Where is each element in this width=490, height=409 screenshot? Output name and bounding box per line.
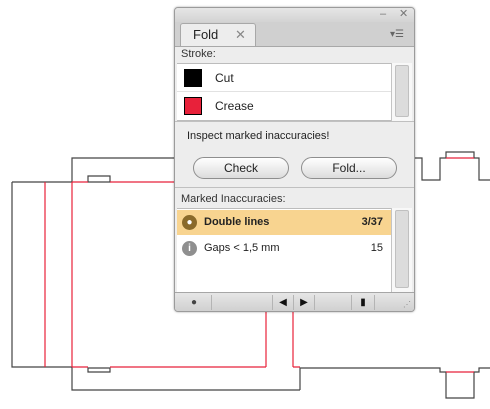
check-button[interactable]: Check [193, 157, 289, 179]
tab-fold[interactable]: Fold ✕ [180, 23, 256, 46]
tab-label: Fold [193, 27, 219, 42]
panel-bottom-bar: ● ◀ ▶ ▮ ⋰ [175, 292, 414, 311]
inaccuracy-name: Gaps < 1,5 mm [204, 242, 280, 254]
tab-bar: Fold ✕ ▾☰ [175, 22, 414, 47]
speech-bubble-icon: ● [182, 215, 197, 230]
previous-icon[interactable]: ◀ [273, 295, 294, 310]
crease-swatch [184, 97, 202, 115]
close-icon[interactable]: ✕ [399, 8, 408, 20]
fold-panel: – ✕ Fold ✕ ▾☰ Stroke: Cut Crease Inspect… [174, 7, 415, 312]
cut-swatch [184, 69, 202, 87]
resize-grip-icon[interactable]: ⋰ [403, 300, 411, 309]
tab-close-icon[interactable]: ✕ [235, 27, 246, 43]
panel-titlebar[interactable]: – ✕ [175, 8, 414, 22]
panel-menu-icon[interactable]: ▾☰ [390, 30, 404, 40]
inaccuracy-name: Double lines [204, 216, 270, 228]
stroke-name: Cut [215, 71, 234, 85]
divider [175, 187, 414, 188]
stroke-list: Cut Crease [177, 63, 391, 121]
inspect-message: Inspect marked inaccuracies! [187, 130, 330, 142]
inaccuracies-list: ● Double lines 3/37 i Gaps < 1,5 mm 15 [177, 208, 391, 293]
info-bubble-icon: i [182, 241, 197, 256]
stroke-label: Stroke: [181, 48, 216, 60]
scrollbar-thumb[interactable] [395, 65, 409, 117]
next-icon[interactable]: ▶ [294, 295, 315, 310]
inaccuracies-label: Marked Inaccuracies: [181, 193, 286, 205]
comment-icon[interactable]: ● [177, 295, 212, 310]
divider [175, 121, 414, 122]
stroke-name: Crease [215, 99, 254, 113]
trash-icon[interactable]: ▮ [351, 295, 375, 310]
inaccuracy-count: 3/37 [361, 216, 383, 228]
stroke-scrollbar[interactable] [391, 63, 412, 121]
inaccuracy-count: 15 [370, 242, 383, 254]
stroke-item-crease[interactable]: Crease [177, 92, 391, 119]
minimize-icon[interactable]: – [380, 9, 386, 20]
inaccuracies-scrollbar[interactable] [391, 208, 412, 292]
stroke-item-cut[interactable]: Cut [177, 64, 391, 92]
inaccuracy-row-double-lines[interactable]: ● Double lines 3/37 [177, 210, 391, 235]
inaccuracy-row-gaps[interactable]: i Gaps < 1,5 mm 15 [177, 236, 391, 261]
scrollbar-thumb[interactable] [395, 210, 409, 288]
bottom-bar-spacer [212, 295, 273, 310]
fold-button[interactable]: Fold... [301, 157, 397, 179]
